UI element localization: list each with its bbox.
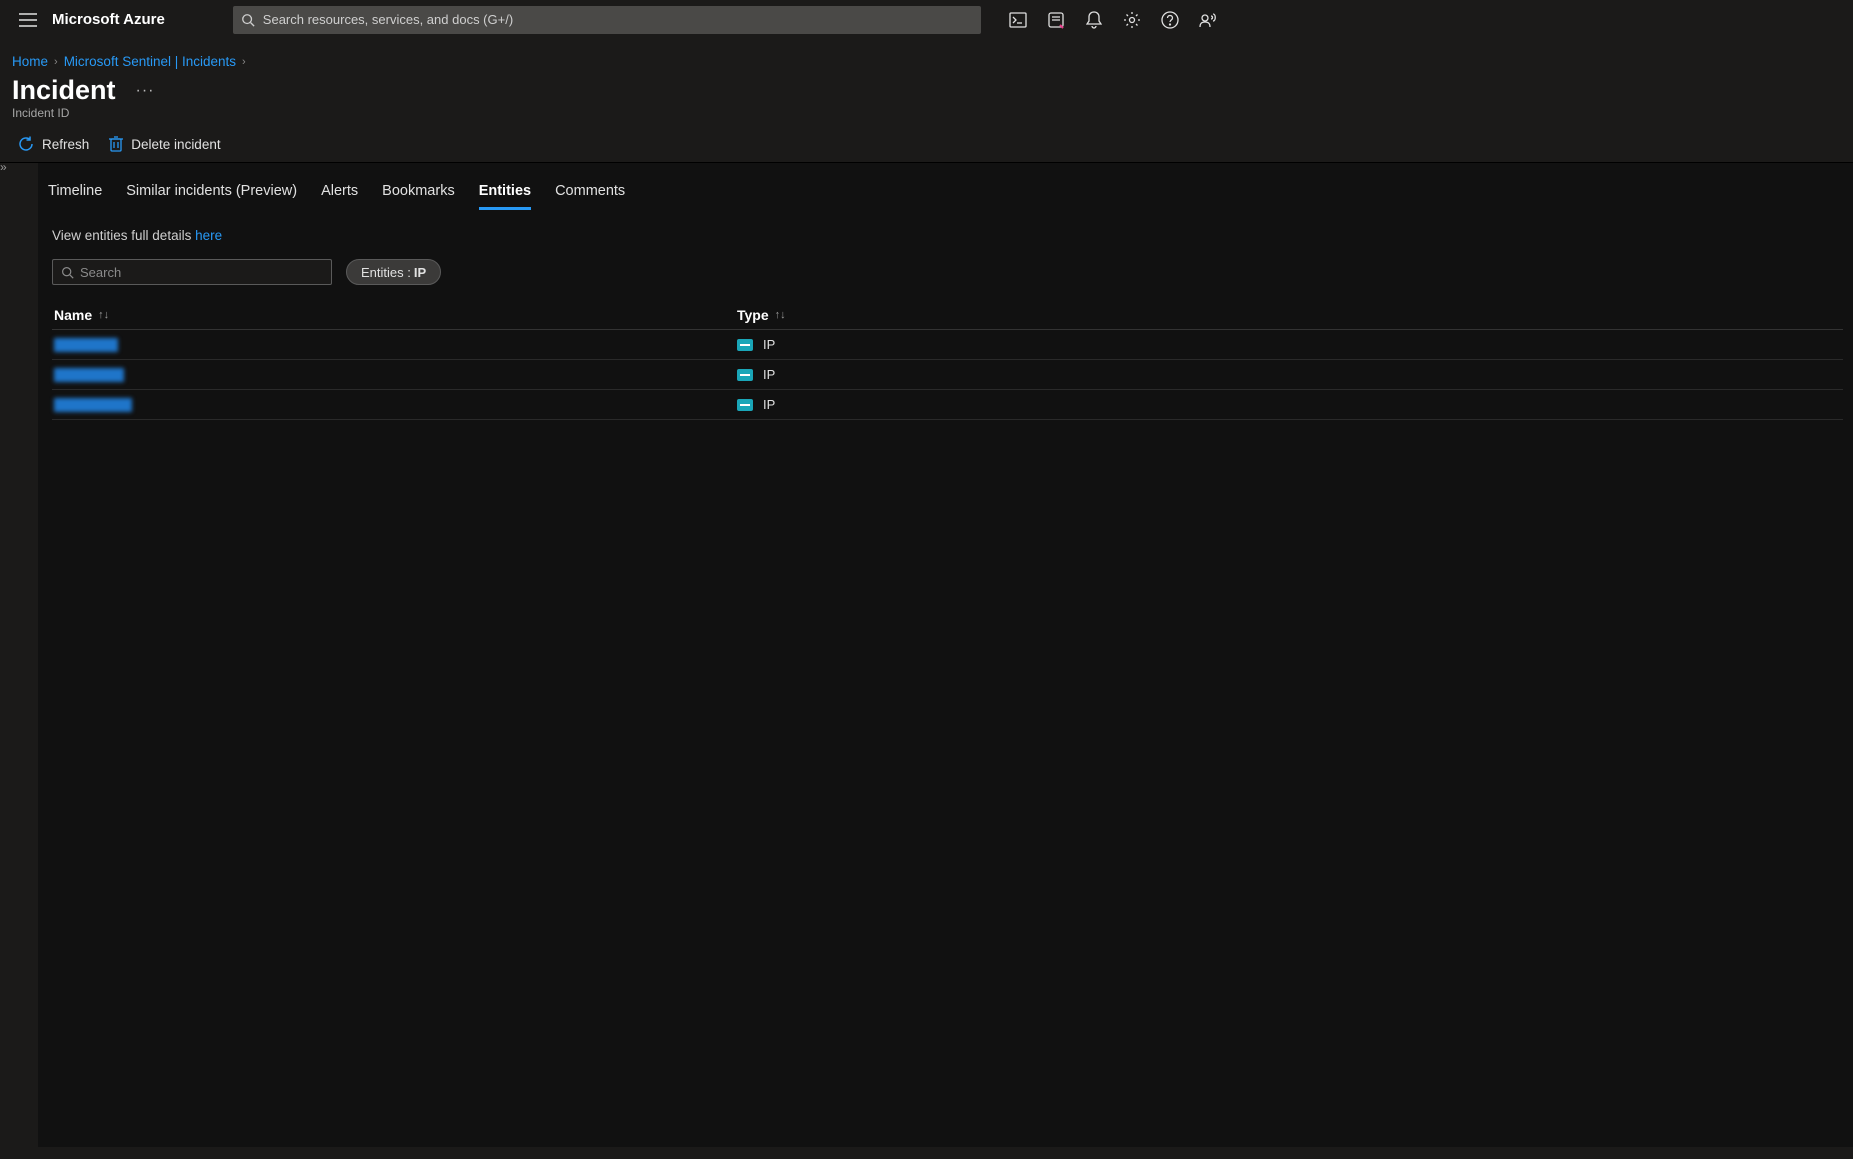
tabs: Timeline Similar incidents (Preview) Ale… [38,163,1853,210]
more-menu-icon[interactable]: ··· [136,82,155,100]
table-row[interactable]: IP [52,330,1843,360]
top-icons [999,0,1227,40]
help-icon[interactable] [1151,0,1189,40]
table-header: Name ↑↓ Type ↑↓ [52,301,1843,330]
filter-value: IP [414,265,426,280]
top-bar: Microsoft Azure [0,0,1235,40]
settings-icon[interactable] [1113,0,1151,40]
entity-search[interactable] [52,259,332,285]
tab-bookmarks[interactable]: Bookmarks [382,179,455,209]
sort-icon: ↑↓ [775,309,786,321]
trash-icon [109,136,123,152]
entity-name-redacted [54,368,124,382]
column-header-name[interactable]: Name ↑↓ [54,307,737,323]
chevron-right-icon: › [242,56,246,68]
entities-panel: View entities full details here Entities… [38,210,1853,420]
ip-icon [737,399,753,411]
entity-name-redacted [54,338,118,352]
breadcrumb-sentinel[interactable]: Microsoft Sentinel | Incidents [64,54,236,69]
feedback-icon[interactable] [1189,0,1227,40]
global-search[interactable] [233,6,981,34]
brand-label[interactable]: Microsoft Azure [52,11,165,28]
breadcrumb: Home › Microsoft Sentinel | Incidents › [0,40,1853,71]
entities-hint-link[interactable]: here [195,228,222,243]
entity-type: IP [763,337,775,352]
chevron-right-icon: › [54,56,58,68]
notifications-icon[interactable] [1075,0,1113,40]
search-icon [61,266,74,279]
expand-panel-handle[interactable]: » [0,160,10,174]
page-title: Incident [12,75,116,106]
ip-icon [737,369,753,381]
tab-entities[interactable]: Entities [479,179,531,209]
delete-label: Delete incident [131,137,220,152]
refresh-icon [18,136,34,152]
refresh-button[interactable]: Refresh [18,136,89,152]
tab-comments[interactable]: Comments [555,179,625,209]
entity-type-filter[interactable]: Entities : IP [346,259,441,285]
refresh-label: Refresh [42,137,89,152]
content-panel: Timeline Similar incidents (Preview) Ale… [38,163,1853,1147]
entity-name-redacted [54,398,132,412]
entity-search-input[interactable] [80,265,323,280]
search-icon [241,13,255,27]
command-bar: Refresh Delete incident [0,130,1853,163]
entity-type: IP [763,367,775,382]
global-search-input[interactable] [263,12,973,27]
hamburger-menu[interactable] [8,0,48,40]
tab-alerts[interactable]: Alerts [321,179,358,209]
entities-hint-text: View entities full details [52,228,195,243]
page-title-row: Incident ··· [0,71,1853,106]
sort-icon: ↑↓ [98,309,109,321]
cloud-shell-icon[interactable] [999,0,1037,40]
delete-button[interactable]: Delete incident [109,136,220,152]
filters-row: Entities : IP [52,259,1843,285]
tab-similar-incidents[interactable]: Similar incidents (Preview) [126,179,297,209]
table-row[interactable]: IP [52,360,1843,390]
tab-timeline[interactable]: Timeline [48,179,102,209]
entities-hint: View entities full details here [52,228,1843,243]
entities-table: Name ↑↓ Type ↑↓ IP [52,301,1843,420]
filter-label: Entities : [361,265,411,280]
breadcrumb-home[interactable]: Home [12,54,48,69]
copilot-icon[interactable] [1037,0,1075,40]
column-header-type[interactable]: Type ↑↓ [737,307,1843,323]
ip-icon [737,339,753,351]
entity-type: IP [763,397,775,412]
page-subtitle: Incident ID [0,106,1853,130]
table-row[interactable]: IP [52,390,1843,420]
